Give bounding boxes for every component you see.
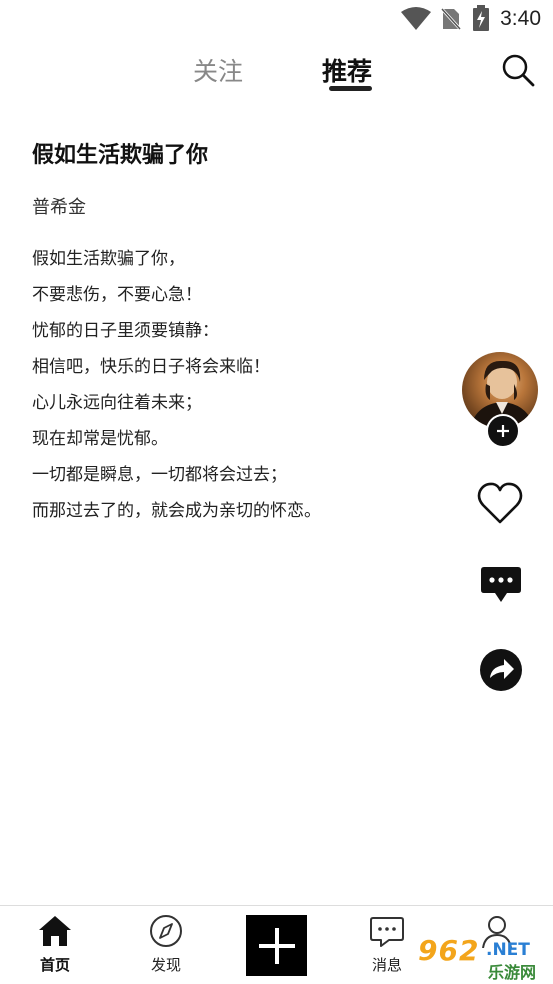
poem-line: 现在却常是忧郁。 — [32, 429, 168, 449]
poem-author[interactable]: 普希金 — [32, 195, 452, 221]
battery-charging-icon — [473, 5, 489, 31]
message-icon — [370, 917, 404, 947]
heart-icon[interactable] — [476, 480, 524, 526]
poem-title: 假如生活欺骗了你 — [32, 143, 209, 168]
poem-line: 相信吧，快乐的日子将会来临！ — [32, 357, 270, 377]
nav-discover-label: 发现 — [150, 956, 181, 974]
status-bar: 3:40 — [0, 0, 553, 36]
search-icon[interactable] — [500, 52, 536, 88]
nav-messages-label: 消息 — [371, 956, 402, 974]
watermark-domain: .NET — [486, 940, 530, 960]
share-icon[interactable] — [479, 648, 523, 692]
poem-line: 忧郁的日子里须要镇静： — [32, 321, 219, 341]
poem-line: 心儿永远向往着未来； — [32, 393, 202, 413]
watermark-name: 乐游网 — [488, 963, 537, 982]
no-sim-icon — [441, 7, 461, 31]
compass-icon — [150, 915, 182, 947]
poem-line: 假如生活欺骗了你， — [32, 249, 185, 269]
nav-messages[interactable]: 消息 — [352, 914, 422, 975]
poem-lines: 假如生活欺骗了你， 不要悲伤，不要心急！ 忧郁的日子里须要镇静： 相信吧，快乐的… — [32, 241, 452, 529]
wifi-icon — [401, 7, 431, 30]
comment-icon[interactable] — [480, 564, 522, 606]
active-tab-indicator — [329, 86, 372, 91]
follow-button[interactable] — [486, 414, 520, 448]
action-column — [460, 350, 540, 710]
add-icon — [258, 927, 295, 964]
status-time: 3:40 — [500, 7, 541, 30]
nav-home-label: 首页 — [39, 956, 70, 974]
nav-discover[interactable]: 发现 — [131, 914, 201, 975]
poem-line: 而那过去了的，就会成为亲切的怀恋。 — [32, 501, 321, 521]
poem-line: 不要悲伤，不要心急！ — [32, 285, 202, 305]
nav-home[interactable]: 首页 — [20, 914, 90, 975]
watermark-logo: 962 .NET 乐游网 — [414, 934, 550, 982]
top-tabs: 关注 推荐 — [0, 40, 553, 100]
watermark-logo-number: 962 — [418, 934, 480, 967]
tab-recommend[interactable]: 推荐 — [322, 52, 372, 88]
plus-icon — [497, 425, 509, 437]
poem-content: 假如生活欺骗了你 普希金 假如生活欺骗了你， 不要悲伤，不要心急！ 忧郁的日子里… — [32, 130, 452, 529]
add-button[interactable] — [246, 915, 307, 976]
poem-line: 一切都是瞬息，一切都将会过去； — [32, 465, 287, 485]
tab-follow[interactable]: 关注 — [193, 52, 243, 88]
home-icon — [39, 916, 71, 946]
